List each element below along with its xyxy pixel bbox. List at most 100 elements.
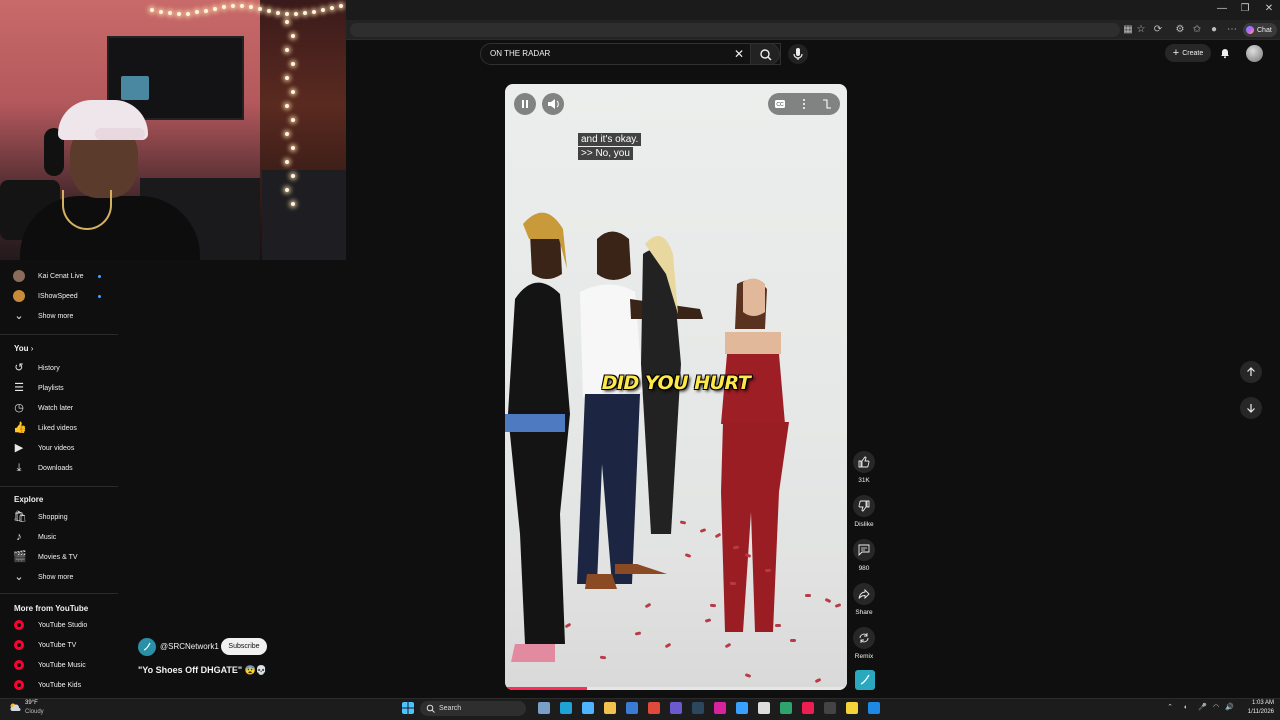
clear-search-icon[interactable]: ✕ [734,47,744,61]
progress-bar[interactable] [505,687,847,690]
tray-chevron-up-icon[interactable]: ⌃ [1166,704,1174,712]
app-icon[interactable] [780,702,792,714]
remix-button[interactable] [853,627,875,649]
address-bar[interactable] [350,23,1120,37]
previous-video-button[interactable] [1240,361,1262,383]
app-icon[interactable] [736,702,748,714]
shorts-video-player[interactable]: CC and it's okay. >> No, you DID YOU HUR… [505,84,847,690]
share-button[interactable] [853,583,875,605]
history-icon: ↺ [14,362,24,374]
light-bulb [291,174,295,178]
chevron-down-icon: ⌄ [14,310,24,322]
sidebar-item-kai-cenat-live[interactable]: Kai Cenat Live [0,266,118,286]
chrome-icon[interactable] [648,702,660,714]
sidebar-item-watch-later[interactable]: ◷ Watch later [0,398,118,418]
store-icon[interactable] [626,702,638,714]
sidebar-item-music[interactable]: ♪ Music [0,527,118,547]
dislike-button[interactable] [853,495,875,517]
light-bulb [276,11,280,15]
chat-label: Chat [1257,26,1272,34]
task-view-icon[interactable] [538,702,550,714]
copilot-app-icon[interactable] [582,702,594,714]
live-indicator [98,294,101,298]
create-button[interactable]: + Create [1165,44,1211,62]
search-button[interactable] [750,43,780,65]
sticky-notes-icon[interactable] [846,702,858,714]
video-scene [505,212,789,662]
sidebar-item-youtube-studio[interactable]: YouTube Studio [0,615,118,635]
remix-icon [859,633,869,643]
tray-app-icon[interactable]: ◐ [1182,704,1190,712]
app-icon[interactable] [824,702,836,714]
voice-search-button[interactable] [788,44,808,64]
favorites-icon[interactable]: ✩ [1191,24,1203,36]
pause-button[interactable] [514,93,536,115]
clock-date[interactable]: 1/11/2026 [1238,709,1274,715]
sound-thumbnail[interactable] [855,670,875,690]
bookmark-star-icon[interactable]: ☆ [1135,24,1147,36]
browser-profile-icon[interactable]: ● [1208,24,1220,36]
restore-icon[interactable]: ❐ [1238,3,1252,14]
wifi-icon[interactable]: ◠ [1212,704,1220,712]
light-bulb [267,9,271,13]
cloudy-weather-icon[interactable] [9,702,21,712]
channel-avatar[interactable] [138,638,156,656]
sidebar-item-liked-videos[interactable]: 👍 Liked videos [0,418,118,438]
captions-icon: CC [775,100,785,108]
speaker-icon[interactable]: 🔊 [1225,704,1234,712]
volume-button[interactable] [542,93,564,115]
playlists-icon: ☰ [14,382,24,394]
extension-icon[interactable]: ▦ [1122,24,1134,36]
sidebar-item-downloads[interactable]: ⤓ Downloads [0,458,118,478]
taskbar-search-box[interactable] [420,701,526,716]
sidebar-show-more-subscriptions[interactable]: ⌄ Show more [0,306,118,326]
like-button[interactable] [853,451,875,473]
sidebar-you-heading[interactable]: You › [0,338,118,358]
refresh-icon[interactable]: ⟳ [1152,24,1164,36]
sidebar-item-ishowspeed[interactable]: IShowSpeed [0,286,118,306]
chat-button[interactable]: Chat [1243,23,1277,37]
instagram-icon[interactable] [714,702,726,714]
light-bulb [321,8,325,12]
channel-handle[interactable]: @SRCNetwork1 [160,642,219,651]
sidebar-item-your-videos[interactable]: ▶ Your videos [0,438,118,458]
channel-logo-icon [860,674,870,685]
light-bulb [312,10,316,14]
sidebar-item-movies-tv[interactable]: 🎬 Movies & TV [0,547,118,567]
sidebar-item-youtube-music[interactable]: YouTube Music [0,655,118,675]
light-bulb [339,4,343,8]
light-bulb [285,188,289,192]
extensions-puzzle-icon[interactable]: ⚙ [1174,24,1186,36]
weather-description[interactable]: Cloudy [25,709,44,715]
account-avatar[interactable] [1246,45,1263,62]
clock-time[interactable]: 1:03 AM [1238,700,1274,706]
sidebar-item-playlists[interactable]: ☰ Playlists [0,378,118,398]
sidebar-item-youtube-tv[interactable]: YouTube TV [0,635,118,655]
sidebar-show-more-explore[interactable]: ⌄ Show more [0,567,118,587]
burned-in-caption: DID YOU HURT [601,372,751,394]
minimize-icon[interactable]: — [1215,3,1229,14]
sidebar-item-history[interactable]: ↺ History [0,358,118,378]
close-window-icon[interactable]: ✕ [1262,3,1276,14]
openai-icon[interactable] [758,702,770,714]
notifications-bell-icon[interactable] [1219,47,1231,59]
more-menu-icon[interactable]: ⋯ [1226,24,1238,36]
windows-start-icon[interactable] [402,702,414,714]
steam-icon[interactable] [692,702,704,714]
subscribe-button[interactable]: Subscribe [221,638,267,655]
divider [0,593,118,594]
weather-temperature[interactable]: 39°F [25,700,38,706]
comment-icon [858,544,870,556]
next-video-button[interactable] [1240,397,1262,419]
edge-browser-icon[interactable] [560,702,572,714]
video-title[interactable]: "Yo Shoes Off DHGATE" 😨💀 [138,665,267,676]
tray-mic-icon[interactable]: 🎤 [1198,704,1207,712]
tiktok-icon[interactable] [802,702,814,714]
app-icon[interactable] [670,702,682,714]
comments-button[interactable] [853,539,875,561]
light-bulb [291,118,295,122]
sidebar-item-youtube-kids[interactable]: YouTube Kids [0,675,118,695]
sidebar-item-shopping[interactable]: 🛍 Shopping [0,507,118,527]
file-explorer-icon[interactable] [604,702,616,714]
app-icon[interactable] [868,702,880,714]
